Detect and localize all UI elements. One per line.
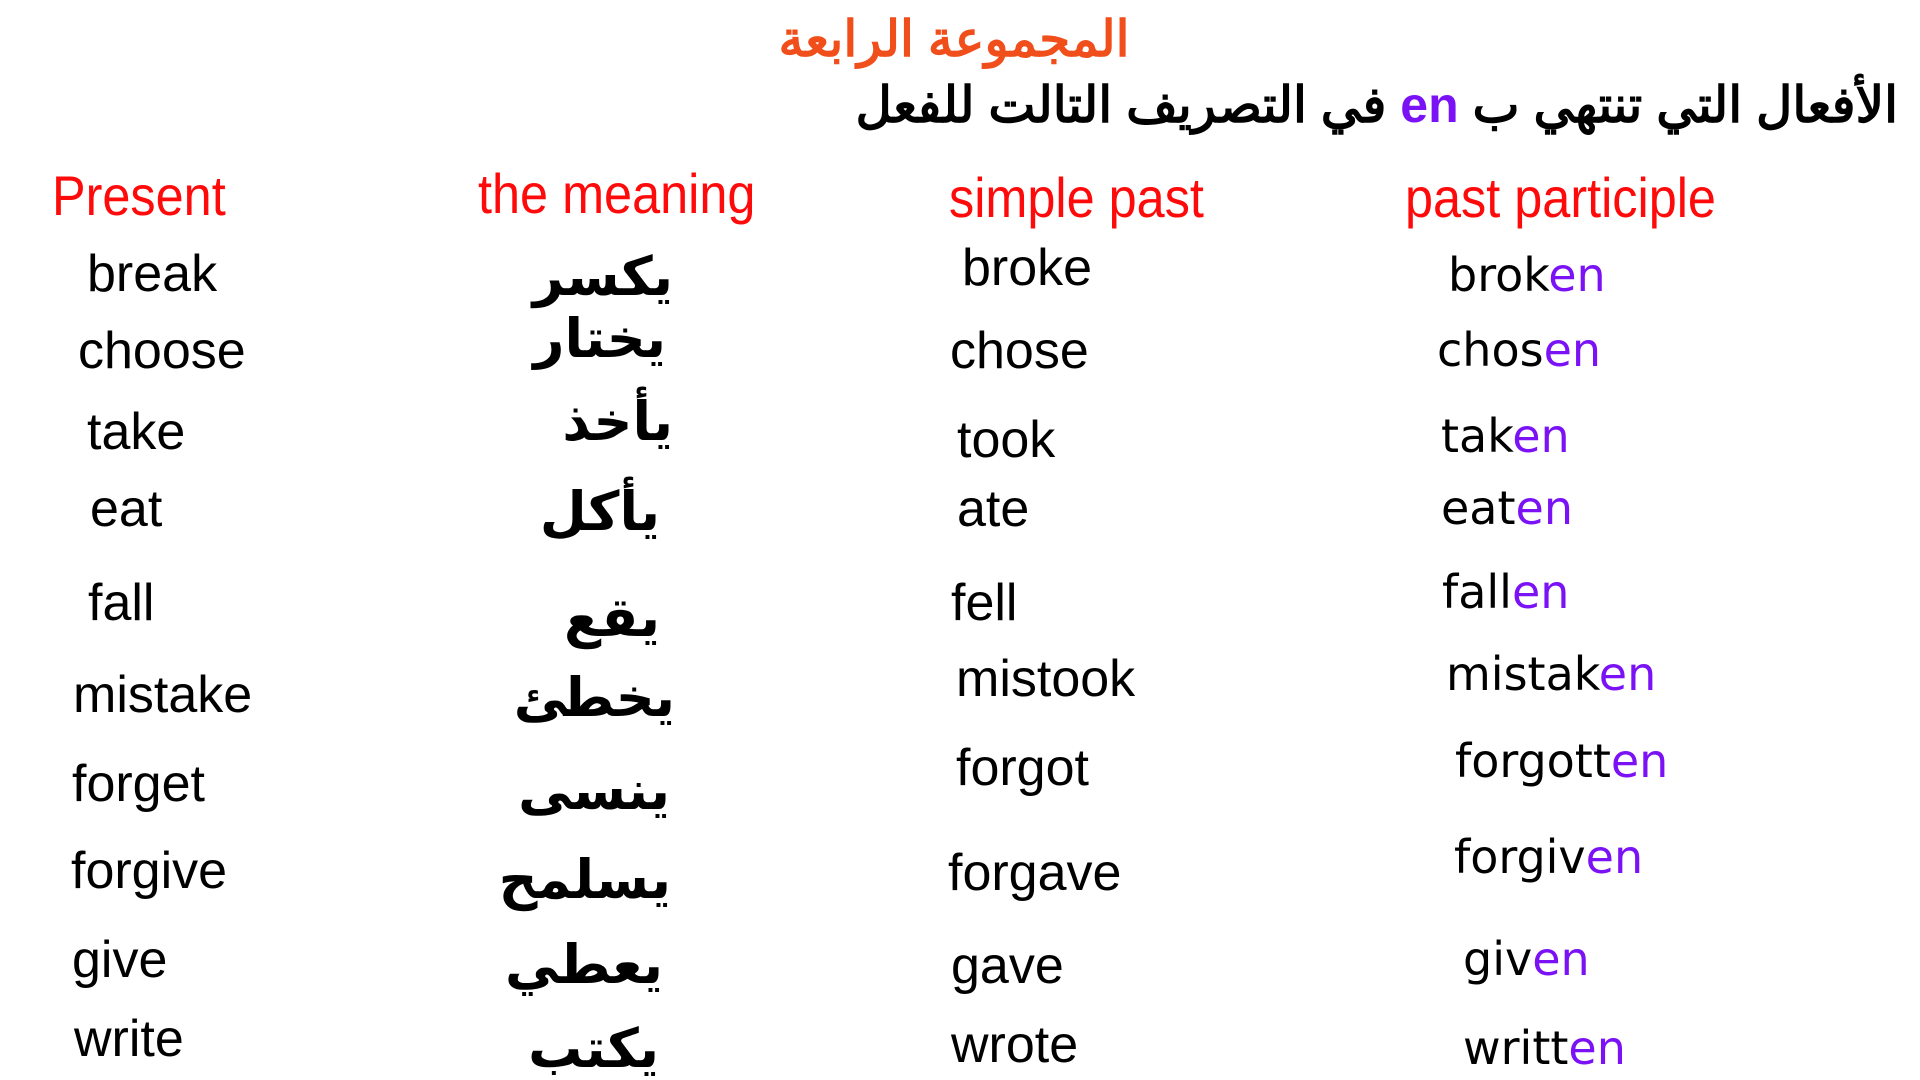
meaning-arabic: يكسر bbox=[532, 245, 673, 308]
meaning-arabic: يعطي bbox=[505, 933, 663, 996]
meaning-arabic: يكتب bbox=[528, 1017, 659, 1080]
simple-past-verb: chose bbox=[950, 322, 1089, 380]
past-participle-stem: forgiv bbox=[1454, 830, 1586, 884]
past-participle-stem: eat bbox=[1441, 481, 1516, 535]
past-participle-verb: given bbox=[1463, 936, 1590, 982]
header-meaning: the meaning bbox=[478, 162, 756, 225]
past-participle-verb: forgiven bbox=[1454, 834, 1643, 880]
page-title: المجموعة الرابعة bbox=[778, 11, 1130, 67]
present-verb: give bbox=[72, 931, 168, 989]
simple-past-verb: forgot bbox=[956, 739, 1089, 797]
present-verb: fall bbox=[88, 574, 155, 632]
past-participle-verb: eaten bbox=[1441, 485, 1573, 531]
past-participle-suffix-en: en bbox=[1585, 830, 1644, 884]
past-participle-stem: brok bbox=[1448, 248, 1549, 302]
past-participle-stem: chos bbox=[1437, 323, 1544, 377]
subtitle-after: في التصريف التالت للفعل bbox=[855, 77, 1387, 133]
past-participle-stem: tak bbox=[1441, 409, 1513, 463]
header-present: Present bbox=[52, 164, 226, 227]
meaning-arabic: يقع bbox=[563, 586, 660, 649]
subtitle-highlight-en: en bbox=[1400, 77, 1459, 133]
past-participle-suffix-en: en bbox=[1532, 932, 1590, 986]
past-participle-suffix-en: en bbox=[1548, 248, 1606, 302]
past-participle-stem: forgott bbox=[1455, 734, 1611, 788]
past-participle-suffix-en: en bbox=[1512, 409, 1570, 463]
present-verb: write bbox=[74, 1010, 184, 1068]
past-participle-suffix-en: en bbox=[1543, 323, 1602, 377]
present-verb: mistake bbox=[73, 666, 253, 724]
simple-past-verb: broke bbox=[962, 239, 1093, 297]
meaning-arabic: يخطئ bbox=[513, 666, 675, 729]
past-participle-suffix-en: en bbox=[1511, 565, 1570, 619]
past-participle-suffix-en: en bbox=[1568, 1021, 1626, 1075]
past-participle-suffix-en: en bbox=[1610, 734, 1669, 788]
past-participle-verb: taken bbox=[1441, 413, 1570, 459]
simple-past-verb: gave bbox=[951, 937, 1064, 995]
simple-past-verb: ate bbox=[957, 480, 1030, 538]
header-past-participle: past participle bbox=[1405, 166, 1716, 229]
present-verb: forgive bbox=[71, 842, 228, 900]
past-participle-verb: fallen bbox=[1442, 569, 1569, 615]
meaning-arabic: يسلمح bbox=[498, 848, 671, 911]
simple-past-verb: forgave bbox=[948, 844, 1122, 902]
present-verb: take bbox=[87, 403, 186, 461]
page-subtitle: الأفعال التي تنتهي ب en في التصريف التال… bbox=[855, 80, 1898, 130]
past-participle-verb: written bbox=[1463, 1025, 1626, 1071]
present-verb: choose bbox=[78, 322, 246, 380]
past-participle-verb: chosen bbox=[1437, 327, 1601, 373]
present-verb: forget bbox=[72, 755, 205, 813]
present-verb: break bbox=[87, 245, 218, 303]
simple-past-verb: wrote bbox=[951, 1016, 1079, 1074]
past-participle-suffix-en: en bbox=[1598, 647, 1657, 701]
header-simple-past: simple past bbox=[949, 166, 1204, 229]
past-participle-stem: fall bbox=[1442, 565, 1512, 619]
past-participle-stem: giv bbox=[1463, 932, 1533, 986]
simple-past-verb: mistook bbox=[956, 650, 1136, 708]
subtitle-before: الأفعال التي تنتهي ب bbox=[1472, 77, 1898, 133]
meaning-arabic: ينسى bbox=[518, 759, 670, 822]
past-participle-verb: broken bbox=[1448, 252, 1606, 298]
meaning-arabic: يأخذ bbox=[562, 390, 673, 453]
past-participle-suffix-en: en bbox=[1515, 481, 1573, 535]
meaning-arabic: يأكل bbox=[539, 480, 660, 543]
past-participle-verb: mistaken bbox=[1446, 651, 1656, 697]
past-participle-stem: writt bbox=[1463, 1021, 1569, 1075]
past-participle-stem: mistak bbox=[1446, 647, 1599, 701]
simple-past-verb: took bbox=[957, 411, 1056, 469]
meaning-arabic: يختار bbox=[533, 307, 666, 370]
past-participle-verb: forgotten bbox=[1455, 738, 1668, 784]
present-verb: eat bbox=[90, 480, 163, 538]
simple-past-verb: fell bbox=[951, 574, 1018, 632]
